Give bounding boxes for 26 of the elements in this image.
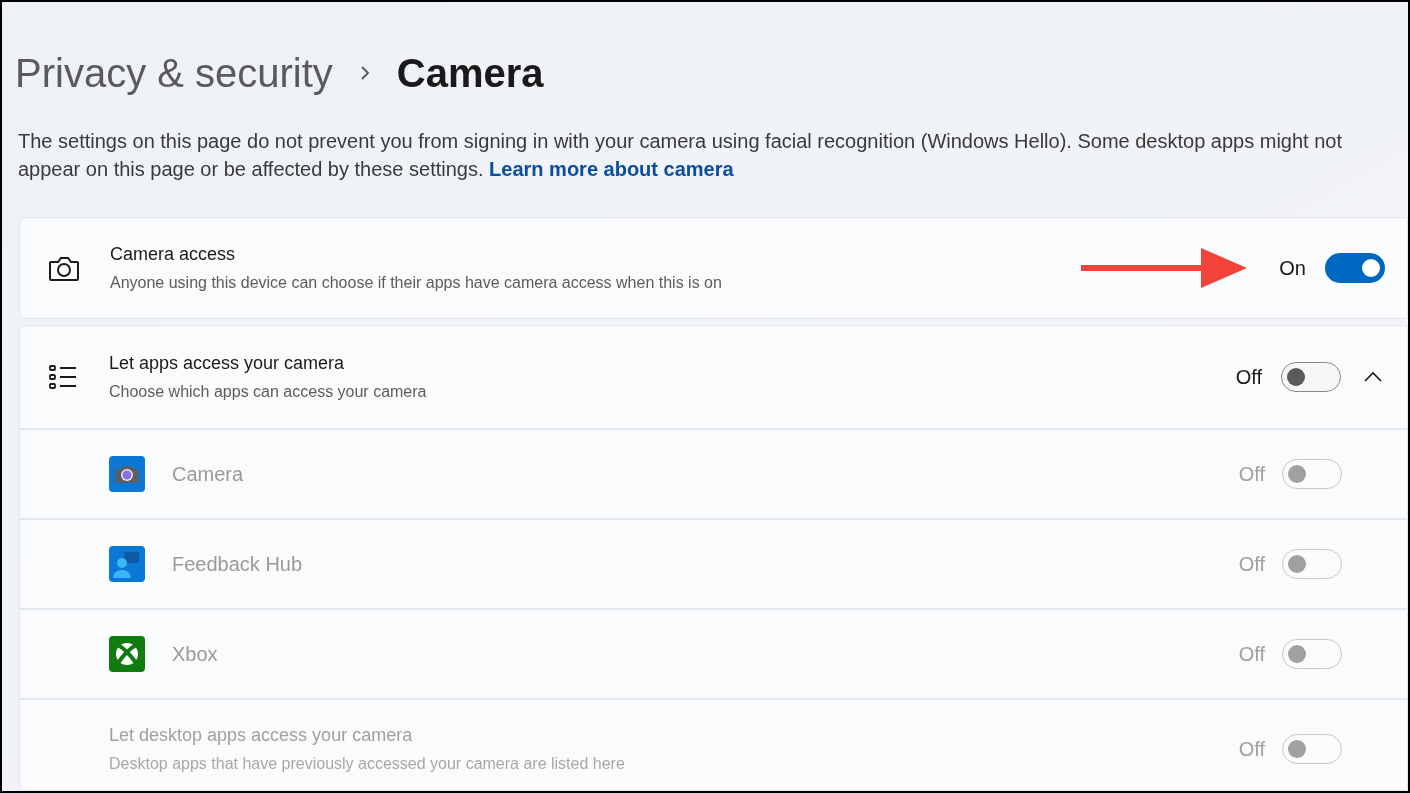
setting-title: Let apps access your camera	[109, 352, 346, 375]
setting-description: Anyone using this device can choose if their apps have camera access when this is on	[110, 272, 722, 293]
app-name: Xbox	[172, 642, 218, 667]
chevron-up-icon[interactable]	[1363, 370, 1383, 384]
learn-more-link[interactable]: Learn more about camera	[489, 157, 734, 180]
state-label: Off	[1238, 462, 1265, 487]
setting-description: Choose which apps can access your camera	[109, 382, 427, 402]
app-name: Camera	[172, 462, 244, 487]
state-label: Off	[1235, 365, 1262, 390]
setting-description: Desktop apps that have previously accessed your camera are listed here	[109, 754, 625, 774]
state-label: Off	[1238, 737, 1265, 762]
description-text: The settings on this page do not prevent you from signing in with your camera using facial recognition (Windows Hello). Some desktop apps might not appear on this page or be affected by these settings. Learn more about camera	[17, 128, 1344, 182]
state-label: Off	[1238, 642, 1265, 667]
state-label: On	[1279, 255, 1306, 281]
toggle-switch[interactable]	[1325, 252, 1385, 283]
state-label: Off	[1238, 552, 1265, 577]
setting-title: Camera access	[110, 242, 237, 266]
chevron-right-icon	[358, 65, 371, 82]
breadcrumb-link[interactable]: Privacy & security	[15, 53, 333, 94]
camera-app-icon	[109, 456, 145, 492]
app-name: Feedback Hub	[172, 552, 303, 577]
setting-title: Let desktop apps access your camera	[109, 724, 414, 747]
page-title: Camera	[396, 53, 544, 94]
toggle-switch[interactable]	[1281, 362, 1341, 392]
list-icon	[48, 364, 78, 390]
person-chat-icon	[109, 546, 145, 582]
